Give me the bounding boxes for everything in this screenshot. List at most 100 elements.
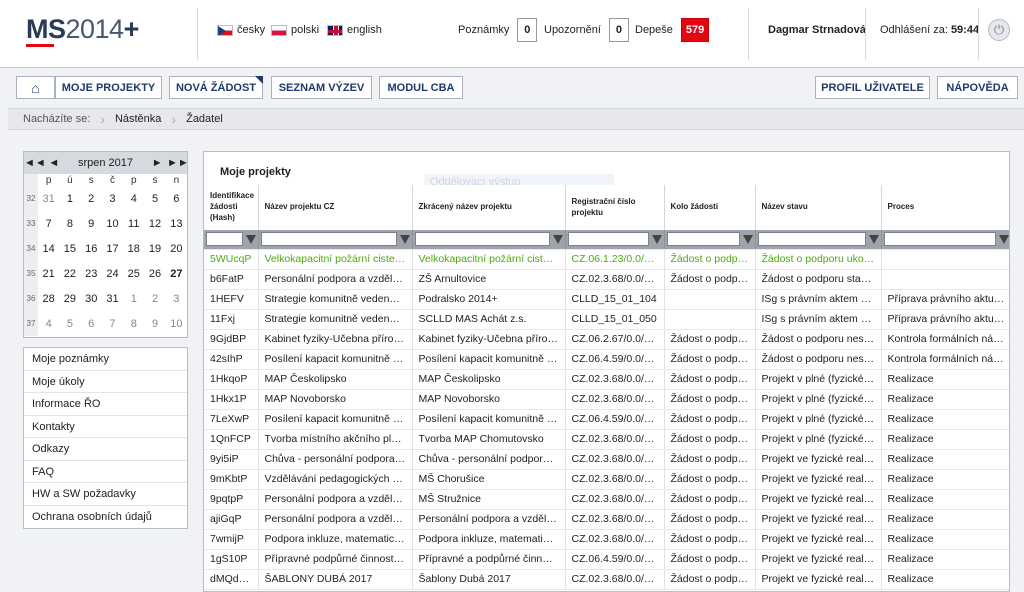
filter-funnel-icon[interactable] (998, 234, 1009, 244)
breadcrumb-item-dashboard[interactable]: Nástěnka (105, 113, 171, 125)
side-menu-item[interactable]: Moje poznámky (24, 348, 187, 371)
table-row[interactable]: 1gS10P Přípravné podpůrné činnosti, pro… P… (204, 549, 1009, 570)
calendar-day[interactable]: 8 (123, 311, 144, 336)
calendar-day[interactable]: 7 (38, 211, 59, 236)
calendar-day[interactable]: 19 (144, 236, 165, 261)
calendar-day[interactable]: 8 (59, 211, 80, 236)
warnings-counter[interactable]: Upozornění 0 (544, 18, 629, 42)
next-month-icon[interactable]: ► (147, 157, 167, 169)
lang-english[interactable]: english (327, 24, 382, 36)
table-row[interactable]: 9yi5iP Chůva - personální podpora MŠ… Chův… (204, 449, 1009, 470)
calendar-day[interactable]: 22 (59, 261, 80, 286)
power-icon[interactable]: ⏻ (988, 19, 1010, 41)
nav-cba-module[interactable]: MODUL CBA (379, 76, 463, 99)
filter-input[interactable] (414, 232, 550, 247)
table-row[interactable]: 42sIhP Posílení kapacit komunitně vede… Po… (204, 349, 1009, 370)
column-header[interactable]: Identifikace žádosti (Hash) (204, 185, 259, 230)
table-row[interactable]: 1HEFV Strategie komunitně vedeného… Podral… (204, 289, 1009, 310)
filter-funnel-icon[interactable] (552, 234, 563, 244)
calendar-day[interactable]: 1 (59, 186, 80, 211)
notes-counter[interactable]: Poznámky 0 (458, 18, 538, 42)
calendar-day[interactable]: 27 (166, 261, 187, 286)
breadcrumb-item-applicant[interactable]: Žadatel (176, 113, 233, 125)
calendar-day[interactable]: 9 (144, 311, 165, 336)
nav-user-profile[interactable]: PROFIL UŽIVATELE (815, 76, 930, 99)
column-header[interactable]: Název projektu CZ (258, 185, 413, 230)
column-header[interactable]: Proces (881, 185, 1009, 230)
calendar-day[interactable]: 17 (102, 236, 123, 261)
side-menu-item[interactable]: HW a SW požadavky (24, 483, 187, 506)
filter-funnel-icon[interactable] (742, 234, 753, 244)
calendar-day[interactable]: 28 (38, 286, 59, 311)
calendar-day[interactable]: 15 (59, 236, 80, 261)
table-row[interactable]: 7wmijP Podpora inkluze, matematické a… Pod… (204, 529, 1009, 550)
table-row[interactable]: 9GjdBP Kabinet fyziky-Učebna přírodnic… Ka… (204, 329, 1009, 350)
table-row[interactable]: dMQdEP ŠABLONY DUBÁ 2017 Šablony Dubá 2017… (204, 569, 1009, 590)
side-menu-item[interactable]: FAQ (24, 461, 187, 483)
side-menu-item[interactable]: Kontakty (24, 416, 187, 438)
table-row[interactable]: 9mKbtPVzdělávání pedagogických praco…MŠ … (204, 469, 1009, 490)
calendar-day[interactable]: 5 (59, 311, 80, 336)
filter-input[interactable] (567, 232, 649, 247)
calendar-day[interactable]: 16 (81, 236, 102, 261)
side-menu-item[interactable]: Ochrana osobních údajů (24, 506, 187, 529)
filter-funnel-icon[interactable] (868, 234, 879, 244)
filter-funnel-icon[interactable] (399, 234, 410, 244)
filter-input[interactable] (206, 232, 243, 247)
lang-czech[interactable]: česky (217, 24, 265, 36)
filter-input[interactable] (757, 232, 866, 247)
calendar-day[interactable]: 13 (166, 211, 187, 236)
filter-funnel-icon[interactable] (245, 234, 256, 244)
calendar-day[interactable]: 12 (144, 211, 165, 236)
calendar-day[interactable]: 6 (81, 311, 102, 336)
prev-month-icon[interactable]: ◄ (44, 157, 64, 169)
calendar-day[interactable]: 10 (102, 211, 123, 236)
column-header[interactable]: Zkrácený název projektu (412, 185, 566, 230)
table-row[interactable]: ajiGqPPersonální podpora a vzdělávání…Pe… (204, 509, 1009, 530)
calendar-day[interactable]: 24 (102, 261, 123, 286)
nav-help[interactable]: NÁPOVĚDA (937, 76, 1018, 99)
calendar-day[interactable]: 6 (166, 186, 187, 211)
calendar-day[interactable]: 30 (81, 286, 102, 311)
side-menu-item[interactable]: Moje úkoly (24, 371, 187, 393)
calendar-day[interactable]: 31 (38, 186, 59, 211)
calendar-day[interactable]: 31 (102, 286, 123, 311)
calendar-day[interactable]: 26 (144, 261, 165, 286)
calendar-day[interactable]: 5 (144, 186, 165, 211)
calendar-day[interactable]: 1 (123, 286, 144, 311)
nav-my-projects[interactable]: MOJE PROJEKTY (55, 76, 162, 99)
side-menu-item[interactable]: Odkazy (24, 438, 187, 461)
table-row[interactable]: 1HkqoP MAP Českolipsko MAP Českolipsko CZ.0… (204, 369, 1009, 390)
next-year-icon[interactable]: ►► (167, 157, 189, 169)
prev-year-icon[interactable]: ◄◄ (24, 157, 46, 169)
table-row[interactable]: 11Fxj Strategie komunitně vedeného… SCLLD … (204, 309, 1009, 330)
home-icon[interactable]: ⌂ (16, 76, 55, 99)
table-row[interactable]: b6FatPPersonální podpora a vzdělávání…ZŠ… (204, 269, 1009, 290)
filter-funnel-icon[interactable] (651, 234, 662, 244)
nav-calls-list[interactable]: SEZNAM VÝZEV (271, 76, 372, 99)
lang-polish[interactable]: polski (271, 24, 319, 36)
calendar-day[interactable]: 25 (123, 261, 144, 286)
table-row[interactable]: 7LeXwP Posílení kapacit komunitně vede… Po… (204, 409, 1009, 430)
column-header[interactable]: Kolo žádosti (664, 185, 756, 230)
calendar-day[interactable]: 21 (38, 261, 59, 286)
calendar-day[interactable]: 29 (59, 286, 80, 311)
calendar-day[interactable]: 4 (123, 186, 144, 211)
calendar-day[interactable]: 4 (38, 311, 59, 336)
table-row[interactable]: 9pqtpPPersonální podpora a vzdělávání…MŠ… (204, 489, 1009, 510)
calendar-day[interactable]: 2 (81, 186, 102, 211)
ms2014-logo[interactable]: MS2014+ (26, 14, 139, 45)
calendar-day[interactable]: 3 (166, 286, 187, 311)
filter-input[interactable] (666, 232, 740, 247)
calendar-day[interactable]: 10 (166, 311, 187, 336)
column-header[interactable]: Název stavu (755, 185, 882, 230)
calendar-day[interactable]: 23 (81, 261, 102, 286)
calendar-day[interactable]: 18 (123, 236, 144, 261)
filter-input[interactable] (260, 232, 397, 247)
messages-counter[interactable]: Depeše 579 (635, 18, 710, 42)
calendar-day[interactable]: 9 (81, 211, 102, 236)
filter-input[interactable] (883, 232, 996, 247)
table-row[interactable]: 1Hkx1P MAP Novoborsko MAP Novoborsko CZ.02.… (204, 389, 1009, 410)
calendar-day[interactable]: 2 (144, 286, 165, 311)
calendar-day[interactable]: 20 (166, 236, 187, 261)
